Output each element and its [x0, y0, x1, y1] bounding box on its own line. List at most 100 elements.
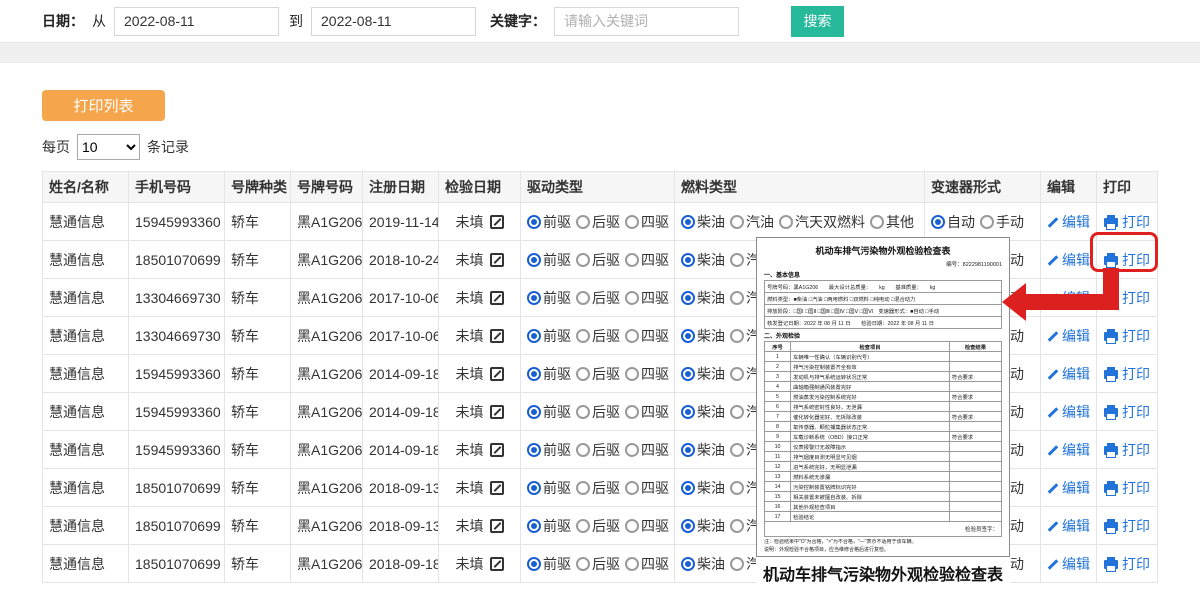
radio-checked-icon[interactable] — [527, 405, 541, 419]
search-button[interactable]: 搜索 — [791, 6, 844, 37]
edit-link[interactable]: 编辑 — [1047, 440, 1090, 460]
radio-unchecked-icon[interactable] — [730, 291, 744, 305]
radio-unchecked-icon[interactable] — [576, 329, 590, 343]
print-link[interactable]: 打印 — [1104, 440, 1150, 460]
radio-checked-icon[interactable] — [527, 367, 541, 381]
radio-unchecked-icon[interactable] — [980, 215, 994, 229]
radio-checked-icon[interactable] — [527, 253, 541, 267]
radio-unchecked-icon[interactable] — [730, 367, 744, 381]
radio-unchecked-icon[interactable] — [625, 519, 639, 533]
radio-checked-icon[interactable] — [527, 215, 541, 229]
radio-unchecked-icon[interactable] — [730, 253, 744, 267]
edit-link[interactable]: 编辑 — [1047, 212, 1090, 232]
radio-unchecked-icon[interactable] — [576, 481, 590, 495]
radio-unchecked-icon[interactable] — [730, 481, 744, 495]
fuel-type-option: 柴油 — [681, 440, 725, 460]
print-link[interactable]: 打印 — [1104, 478, 1150, 498]
date-from-input[interactable] — [114, 7, 279, 36]
edit-link[interactable]: 编辑 — [1047, 516, 1090, 536]
edit-date-icon[interactable] — [490, 291, 504, 305]
radio-unchecked-icon[interactable] — [576, 557, 590, 571]
radio-unchecked-icon[interactable] — [779, 215, 793, 229]
edit-date-icon[interactable] — [490, 367, 504, 381]
radio-unchecked-icon[interactable] — [625, 367, 639, 381]
edit-date-icon[interactable] — [490, 481, 504, 495]
gear-type-option: 自动 — [931, 212, 975, 232]
radio-checked-icon[interactable] — [681, 519, 695, 533]
per-page-select[interactable]: 10 — [77, 134, 140, 160]
edit-link[interactable]: 编辑 — [1047, 478, 1090, 498]
radio-unchecked-icon[interactable] — [625, 405, 639, 419]
column-header: 手机号码 — [129, 172, 225, 203]
edit-date-icon[interactable] — [490, 557, 504, 571]
radio-unchecked-icon[interactable] — [730, 519, 744, 533]
radio-unchecked-icon[interactable] — [730, 329, 744, 343]
radio-checked-icon[interactable] — [681, 291, 695, 305]
edit-link[interactable]: 编辑 — [1047, 402, 1090, 422]
edit-link[interactable]: 编辑 — [1047, 554, 1090, 574]
radio-unchecked-icon[interactable] — [576, 443, 590, 457]
radio-checked-icon[interactable] — [527, 481, 541, 495]
edit-link[interactable]: 编辑 — [1047, 288, 1090, 308]
edit-date-icon[interactable] — [490, 215, 504, 229]
radio-unchecked-icon[interactable] — [870, 215, 884, 229]
radio-checked-icon[interactable] — [681, 443, 695, 457]
radio-unchecked-icon[interactable] — [625, 329, 639, 343]
date-to-input[interactable] — [311, 7, 476, 36]
radio-unchecked-icon[interactable] — [625, 253, 639, 267]
edit-date-icon[interactable] — [490, 519, 504, 533]
keyword-input[interactable] — [554, 7, 739, 36]
drive-type-option: 四驱 — [625, 288, 669, 308]
edit-date-icon[interactable] — [490, 329, 504, 343]
radio-checked-icon[interactable] — [931, 215, 945, 229]
radio-checked-icon[interactable] — [527, 519, 541, 533]
radio-checked-icon[interactable] — [681, 253, 695, 267]
doc-item-row: 16其他外观检查项目 — [765, 502, 1002, 512]
radio-unchecked-icon[interactable] — [576, 253, 590, 267]
radio-unchecked-icon[interactable] — [576, 215, 590, 229]
doc-item-name: 曲轴箱强制通风装置完好 — [791, 382, 950, 392]
radio-unchecked-icon[interactable] — [625, 215, 639, 229]
radio-checked-icon[interactable] — [681, 481, 695, 495]
print-link[interactable]: 打印 — [1104, 212, 1150, 232]
edit-link[interactable]: 编辑 — [1047, 364, 1090, 384]
radio-checked-icon[interactable] — [681, 405, 695, 419]
radio-checked-icon[interactable] — [527, 329, 541, 343]
printer-icon — [1104, 560, 1118, 569]
table-header-row: 姓名/名称手机号码号牌种类号牌号码注册日期检验日期驱动类型燃料类型变速器形式编辑… — [43, 172, 1158, 203]
radio-unchecked-icon[interactable] — [625, 291, 639, 305]
radio-unchecked-icon[interactable] — [576, 291, 590, 305]
radio-unchecked-icon[interactable] — [730, 215, 744, 229]
edit-link[interactable]: 编辑 — [1047, 326, 1090, 346]
edit-date-icon[interactable] — [490, 405, 504, 419]
radio-unchecked-icon[interactable] — [576, 519, 590, 533]
radio-checked-icon[interactable] — [527, 291, 541, 305]
edit-link[interactable]: 编辑 — [1047, 250, 1090, 270]
radio-checked-icon[interactable] — [681, 329, 695, 343]
print-link[interactable]: 打印 — [1104, 554, 1150, 574]
print-link[interactable]: 打印 — [1104, 364, 1150, 384]
radio-unchecked-icon[interactable] — [625, 557, 639, 571]
print-list-button[interactable]: 打印列表 — [42, 90, 165, 121]
radio-unchecked-icon[interactable] — [730, 405, 744, 419]
edit-date-icon[interactable] — [490, 253, 504, 267]
radio-checked-icon[interactable] — [527, 557, 541, 571]
edit-date-icon[interactable] — [490, 443, 504, 457]
radio-unchecked-icon[interactable] — [730, 557, 744, 571]
radio-unchecked-icon[interactable] — [730, 443, 744, 457]
radio-unchecked-icon[interactable] — [576, 367, 590, 381]
radio-checked-icon[interactable] — [681, 557, 695, 571]
radio-unchecked-icon[interactable] — [576, 405, 590, 419]
radio-checked-icon[interactable] — [681, 215, 695, 229]
print-link[interactable]: 打印 — [1104, 250, 1150, 270]
radio-unchecked-icon[interactable] — [625, 481, 639, 495]
print-link[interactable]: 打印 — [1104, 288, 1150, 308]
radio-unchecked-icon[interactable] — [625, 443, 639, 457]
print-link[interactable]: 打印 — [1104, 516, 1150, 536]
print-link[interactable]: 打印 — [1104, 326, 1150, 346]
radio-checked-icon[interactable] — [681, 367, 695, 381]
radio-checked-icon[interactable] — [527, 443, 541, 457]
drive-type-option-label: 后驱 — [592, 250, 620, 270]
print-link[interactable]: 打印 — [1104, 402, 1150, 422]
edit-link-label: 编辑 — [1062, 516, 1090, 536]
